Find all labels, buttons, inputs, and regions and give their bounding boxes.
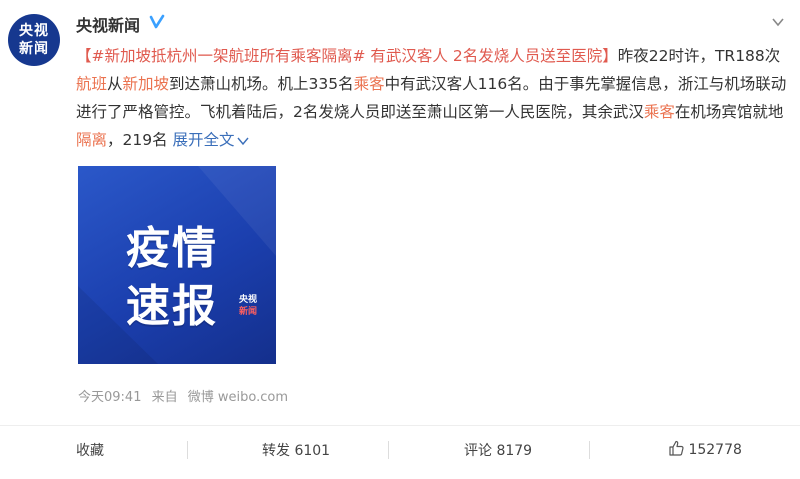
keyword-passenger[interactable]: 乘客 — [354, 75, 385, 93]
topic-link[interactable]: #新加坡抵杭州一架航班所有乘客隔离# — [92, 47, 366, 65]
keyword-flight[interactable]: 航班 — [76, 75, 107, 93]
divider — [0, 425, 800, 426]
like-button[interactable]: 152778 — [668, 440, 742, 458]
chevron-down-icon[interactable] — [770, 14, 786, 30]
author-name[interactable]: 央视新闻 — [76, 12, 140, 36]
action-separator — [187, 441, 188, 459]
bracket-close: 】 — [602, 47, 618, 65]
avatar-text-line1: 央视 — [19, 23, 49, 39]
comment-label: 评论 — [464, 443, 492, 459]
image-logo-line1: 央视 — [238, 295, 257, 305]
keyword-singapore[interactable]: 新加坡 — [123, 75, 170, 93]
action-separator — [589, 441, 590, 459]
image-logo-line2: 新闻 — [238, 307, 257, 317]
post-time[interactable]: 今天09:41 — [78, 390, 141, 405]
comment-count: 8179 — [496, 443, 533, 459]
repost-label: 转发 — [262, 443, 290, 459]
like-count: 152778 — [688, 442, 742, 458]
image-logo: 央视 新闻 — [236, 294, 260, 318]
repost-count: 6101 — [294, 443, 331, 459]
avatar[interactable]: 央视 新闻 — [8, 14, 60, 66]
expand-label: 展开全文 — [172, 131, 235, 149]
bracket-open: 【 — [76, 47, 92, 65]
keyword-isolate[interactable]: 隔离 — [76, 131, 107, 149]
text-part-6: ，219名 — [107, 131, 168, 149]
verified-badge-icon — [149, 14, 165, 29]
text-part-1: 昨夜22时许，TR188次 — [617, 47, 781, 65]
favorite-button[interactable]: 收藏 — [76, 440, 104, 460]
comment-button[interactable]: 评论 8179 — [464, 440, 532, 460]
image-title-line1: 疫情 — [126, 223, 218, 274]
thumbs-up-icon — [669, 440, 684, 456]
action-separator — [388, 441, 389, 459]
avatar-text-line2: 新闻 — [19, 41, 49, 57]
post-source[interactable]: 微博 weibo.com — [188, 390, 288, 405]
image-title-line2: 速报 — [126, 281, 218, 332]
text-part-3: 到达萧山机场。机上335名 — [169, 75, 354, 93]
from-label: 来自 — [151, 390, 178, 405]
expand-link[interactable]: 展开全文 — [173, 131, 249, 149]
text-part-5: 在机场宾馆就地 — [674, 103, 784, 121]
keyword-passenger-2[interactable]: 乘客 — [644, 103, 675, 121]
expand-chevron-icon — [237, 137, 249, 145]
repost-button[interactable]: 转发 6101 — [262, 440, 330, 460]
post-meta: 今天09:41 来自 微博 weibo.com — [78, 386, 294, 405]
post-image[interactable]: 疫情 速报 央视 新闻 — [78, 166, 276, 364]
post-text: 【#新加坡抵杭州一架航班所有乘客隔离# 有武汉客人 2名发烧人员送至医院】昨夜2… — [76, 42, 788, 154]
text-part-2: 从 — [107, 75, 123, 93]
headline: 有武汉客人 2名发烧人员送至医院 — [365, 47, 603, 65]
favorite-label: 收藏 — [76, 443, 104, 459]
